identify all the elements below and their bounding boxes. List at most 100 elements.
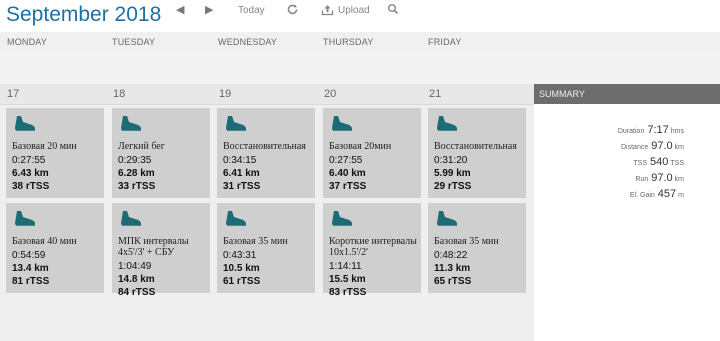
running-shoe-icon bbox=[436, 115, 458, 131]
workout-distance: 11.3 bbox=[434, 263, 453, 274]
workout-duration: 0:31:20 bbox=[434, 155, 468, 166]
workout-tss-row: 61 rTSS bbox=[223, 276, 260, 287]
workout-title: МПК интервалы 4x5'/3' + СБУ bbox=[118, 236, 189, 258]
workout-card[interactable]: Короткие интервалы 10x1.5'/2' 1:14:11 15.5… bbox=[323, 203, 421, 298]
workout-title: Базовая 20 мин bbox=[12, 141, 77, 152]
workout-tss: 29 bbox=[434, 181, 446, 192]
distance-unit: km bbox=[34, 168, 49, 179]
summary-header: SUMMARY bbox=[534, 84, 720, 104]
day-name-thursday: THURSDAY bbox=[323, 37, 374, 47]
workout-distance-row: 5.99 km bbox=[434, 168, 471, 179]
date-20: 20 bbox=[324, 88, 337, 100]
distance-unit: km bbox=[140, 274, 155, 285]
summary-row-elevation-gain: El. Gain 457 m bbox=[534, 184, 684, 202]
workout-distance: 6.43 bbox=[12, 168, 32, 179]
workout-tss: 33 bbox=[118, 181, 130, 192]
week-spacer bbox=[0, 52, 720, 84]
tss-unit: rTSS bbox=[25, 181, 50, 192]
workout-tss: 81 bbox=[12, 276, 24, 287]
date-17: 17 bbox=[7, 88, 20, 100]
workout-card[interactable]: Базовая 35 мин 0:48:22 11.3 km 65 rTSS bbox=[428, 203, 526, 293]
date-18: 18 bbox=[113, 88, 126, 100]
tss-unit: rTSS bbox=[236, 276, 261, 287]
tss-unit: rTSS bbox=[447, 181, 472, 192]
distance-unit: km bbox=[456, 168, 471, 179]
workout-tss-row: 81 rTSS bbox=[12, 276, 49, 287]
workout-distance: 6.40 bbox=[329, 168, 349, 179]
running-shoe-icon bbox=[225, 210, 247, 226]
workout-title: Легкий бег bbox=[118, 141, 165, 152]
today-button[interactable]: Today bbox=[238, 5, 265, 16]
workout-tss-row: 65 rTSS bbox=[434, 276, 471, 287]
workout-title: Базовая 20мин bbox=[329, 141, 392, 152]
workout-card[interactable]: Восстановительная 0:31:20 5.99 km 29 rTSS bbox=[428, 108, 526, 198]
workout-card[interactable]: Базовая 35 мин 0:43:31 10.5 km 61 rTSS bbox=[217, 203, 315, 293]
workout-tss-row: 29 rTSS bbox=[434, 181, 471, 192]
summary-label: Distance bbox=[621, 144, 649, 151]
workout-card[interactable]: Легкий бег 0:29:35 6.28 km 33 rTSS bbox=[112, 108, 210, 198]
workout-title: Короткие интервалы 10x1.5'/2' bbox=[329, 236, 417, 258]
next-arrow-icon[interactable]: ▶ bbox=[205, 3, 213, 16]
workout-distance-row: 6.40 km bbox=[329, 168, 366, 179]
workout-card[interactable]: Базовая 40 мин 0:54:59 13.4 km 81 rTSS bbox=[6, 203, 104, 293]
refresh-icon[interactable] bbox=[286, 3, 299, 16]
workout-distance: 14.8 bbox=[118, 274, 138, 285]
workout-duration: 1:04:49 bbox=[118, 261, 152, 272]
tss-unit: rTSS bbox=[342, 287, 367, 298]
summary-value: 97.0 bbox=[651, 140, 673, 152]
workout-tss-row: 37 rTSS bbox=[329, 181, 366, 192]
prev-arrow-icon[interactable]: ◀ bbox=[176, 3, 184, 16]
summary-unit: TSS bbox=[670, 160, 684, 167]
date-21: 21 bbox=[429, 88, 442, 100]
workout-tss-row: 33 rTSS bbox=[118, 181, 155, 192]
tss-unit: rTSS bbox=[131, 287, 156, 298]
workout-distance: 15.5 bbox=[329, 274, 349, 285]
workout-distance-row: 11.3 km bbox=[434, 263, 470, 274]
summary-label: Duration bbox=[617, 128, 645, 135]
tss-unit: rTSS bbox=[131, 181, 156, 192]
summary-title: SUMMARY bbox=[539, 89, 585, 99]
distance-unit: km bbox=[455, 263, 471, 274]
workout-duration: 0:54:59 bbox=[12, 250, 46, 261]
running-shoe-icon bbox=[120, 210, 142, 226]
summary-unit: m bbox=[678, 192, 684, 199]
workout-card[interactable]: Базовая 20 мин 0:27:55 6.43 km 38 rTSS bbox=[6, 108, 104, 198]
workout-card[interactable]: Восстановительная 0:34:15 6.41 km 31 rTSS bbox=[217, 108, 315, 198]
workout-card[interactable]: МПК интервалы 4x5'/3' + СБУ 1:04:49 14.8 k… bbox=[112, 203, 210, 298]
distance-unit: km bbox=[34, 263, 49, 274]
workout-title: Восстановительная bbox=[223, 141, 306, 152]
distance-unit: km bbox=[245, 168, 260, 179]
workout-duration: 0:48:22 bbox=[434, 250, 468, 261]
distance-unit: km bbox=[351, 168, 366, 179]
running-shoe-icon bbox=[120, 115, 142, 131]
day-name-monday: MONDAY bbox=[7, 37, 48, 47]
upload-button[interactable]: Upload bbox=[338, 5, 370, 16]
distance-unit: km bbox=[245, 263, 260, 274]
workout-tss: 61 bbox=[223, 276, 235, 287]
upload-icon[interactable] bbox=[321, 3, 334, 16]
running-shoe-icon bbox=[331, 210, 353, 226]
workout-duration: 0:43:31 bbox=[223, 250, 257, 261]
running-shoe-icon bbox=[14, 210, 36, 226]
workout-distance-row: 15.5 km bbox=[329, 274, 366, 285]
workout-tss-row: 31 rTSS bbox=[223, 181, 260, 192]
workout-distance: 6.28 bbox=[118, 168, 138, 179]
workout-distance: 5.99 bbox=[434, 168, 454, 179]
summary-label: TSS bbox=[633, 160, 648, 167]
day-name-wednesday: WEDNESDAY bbox=[218, 37, 278, 47]
search-icon[interactable] bbox=[387, 3, 399, 15]
workout-duration: 0:34:15 bbox=[223, 155, 257, 166]
day-name-friday: FRIDAY bbox=[428, 37, 462, 47]
workout-tss: 31 bbox=[223, 181, 235, 192]
tss-unit: rTSS bbox=[342, 181, 367, 192]
workout-card[interactable]: Базовая 20мин 0:27:55 6.40 km 37 rTSS bbox=[323, 108, 421, 198]
workout-tss: 84 bbox=[118, 287, 130, 298]
workout-tss: 83 bbox=[329, 287, 341, 298]
workout-duration: 0:27:55 bbox=[12, 155, 46, 166]
tss-unit: rTSS bbox=[236, 181, 261, 192]
summary-unit: km bbox=[674, 176, 684, 183]
workout-title: Базовая 35 мин bbox=[434, 236, 499, 247]
summary-label: Run bbox=[635, 176, 649, 183]
workout-title: Базовая 40 мин bbox=[12, 236, 77, 247]
workout-duration: 0:27:55 bbox=[329, 155, 363, 166]
